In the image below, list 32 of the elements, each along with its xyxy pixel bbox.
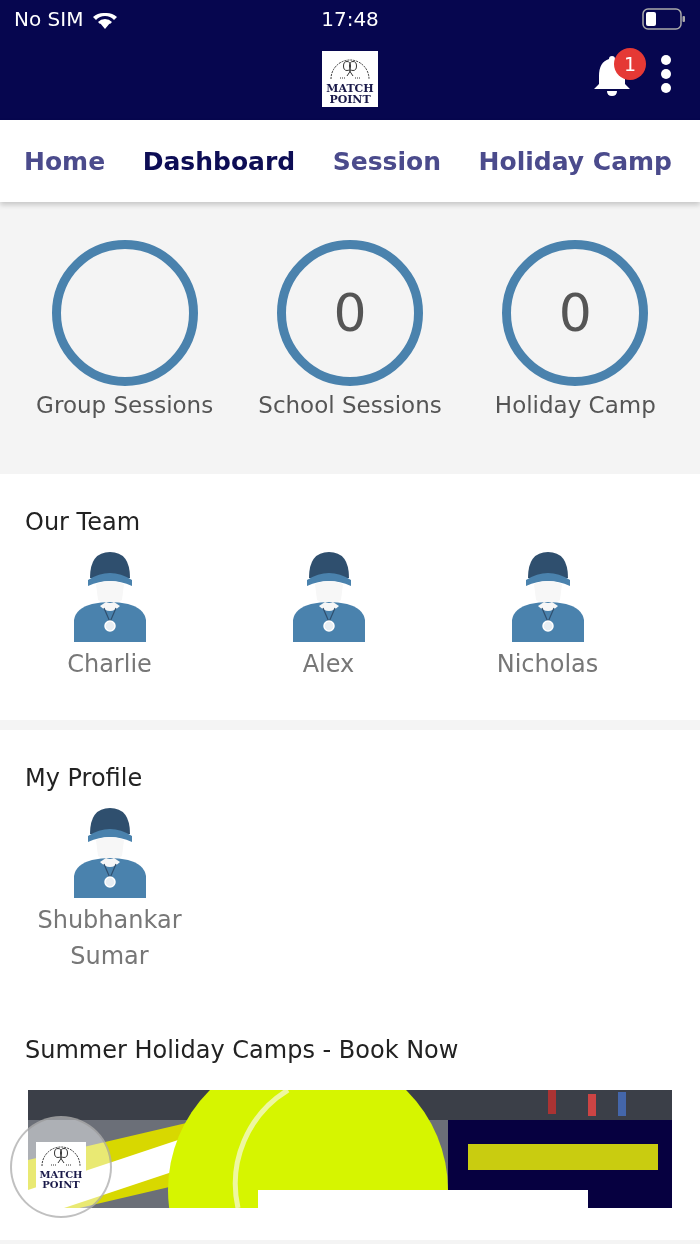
battery-icon xyxy=(642,8,686,30)
clock-text: 17:48 xyxy=(321,7,379,31)
racquets-emblem-icon xyxy=(328,57,372,81)
nav-tab[interactable]: Home xyxy=(22,142,108,180)
logo-title: MATCH xyxy=(39,1170,83,1180)
coach-avatar-icon xyxy=(73,806,146,898)
coach-name: Nicholas xyxy=(496,649,599,680)
nav-tab[interactable]: Dashboard xyxy=(140,142,298,180)
profile-name: Shubhankar Sumar xyxy=(36,905,183,972)
logo-title: MATCH xyxy=(326,83,374,94)
coach-name: Alex xyxy=(302,649,355,680)
coach-avatar-icon xyxy=(73,550,146,642)
carrier-text: No SIM xyxy=(14,7,84,31)
stat-label: School Sessions xyxy=(258,392,442,418)
notification-badge: 1 xyxy=(614,48,646,80)
stat-label: Group Sessions xyxy=(36,392,214,418)
nav-tab[interactable]: Holiday Camp xyxy=(476,142,674,180)
stat-label: Holiday Camp xyxy=(494,392,656,418)
coach-avatar-icon xyxy=(511,550,584,642)
stat-value: 0 xyxy=(333,283,367,343)
stat-value: 0 xyxy=(558,283,592,343)
coach-avatar-icon xyxy=(292,550,365,642)
section-title: Summer Holiday Camps - Book Now xyxy=(25,1036,460,1064)
app-logo-button[interactable]: MATCH POINT xyxy=(10,1116,112,1218)
logo-title: POINT xyxy=(329,94,371,105)
section-title: My Profile xyxy=(25,764,144,792)
coach-name: Charlie xyxy=(67,649,152,680)
logo-title: POINT xyxy=(42,1180,80,1190)
more-menu-icon[interactable] xyxy=(660,55,672,93)
racquets-emblem-icon xyxy=(39,1144,83,1168)
section-title: Our Team xyxy=(25,508,142,536)
nav-tab[interactable]: Session xyxy=(330,142,443,180)
